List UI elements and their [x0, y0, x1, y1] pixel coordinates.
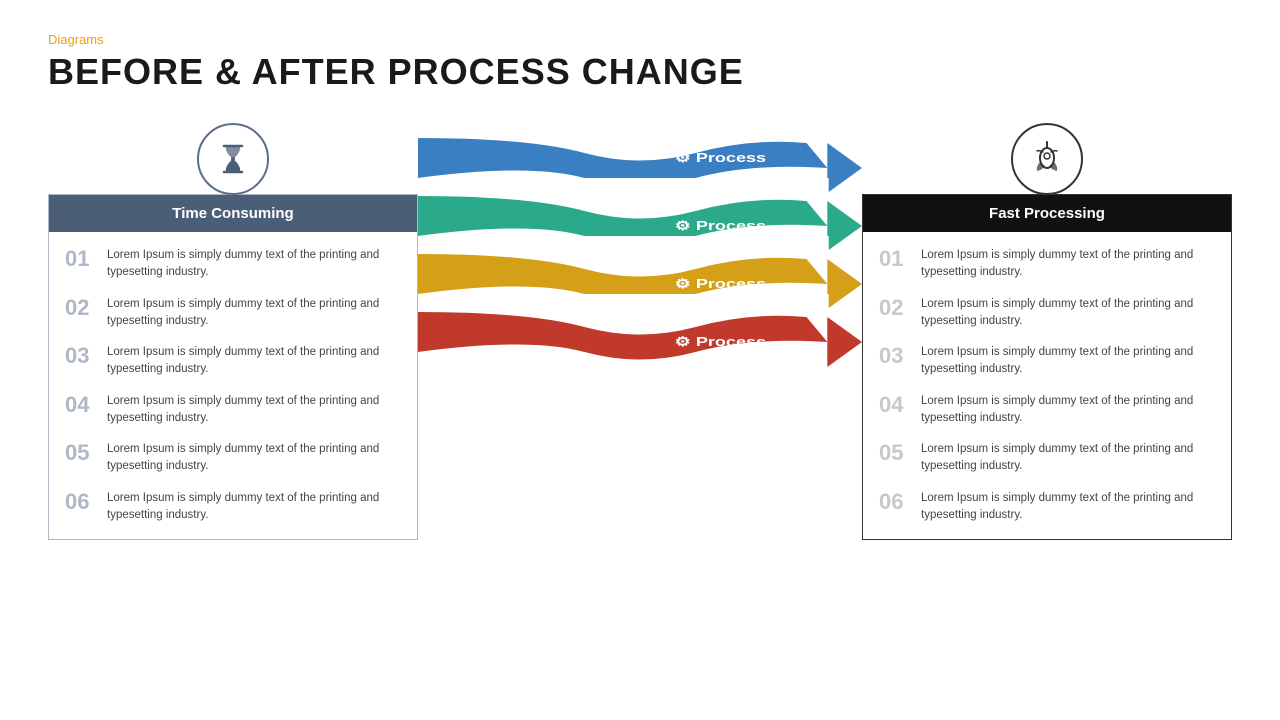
list-item: 04 Lorem Ipsum is simply dummy text of t…: [875, 386, 1219, 435]
item-text: Lorem Ipsum is simply dummy text of the …: [107, 344, 401, 379]
svg-text:⚙ Process: ⚙ Process: [675, 335, 767, 349]
arrows-container: ⚙ Process ⚙ Process ⚙ Process ⚙ Process: [418, 123, 862, 553]
right-list: 01 Lorem Ipsum is simply dummy text of t…: [863, 232, 1231, 539]
right-box: Fast Processing 01 Lorem Ipsum is simply…: [862, 194, 1232, 540]
left-panel: Time Consuming 01 Lorem Ipsum is simply …: [48, 123, 418, 540]
hourglass-icon-container: [48, 123, 418, 195]
list-item: 04 Lorem Ipsum is simply dummy text of t…: [61, 386, 405, 435]
item-text: Lorem Ipsum is simply dummy text of the …: [107, 247, 401, 282]
item-text: Lorem Ipsum is simply dummy text of the …: [107, 441, 401, 476]
hourglass-icon: [197, 123, 269, 195]
item-number: 05: [879, 441, 911, 465]
item-number: 02: [879, 296, 911, 320]
list-item: 03 Lorem Ipsum is simply dummy text of t…: [61, 337, 405, 386]
item-text: Lorem Ipsum is simply dummy text of the …: [921, 344, 1215, 379]
item-number: 02: [65, 296, 97, 320]
right-header: Fast Processing: [863, 195, 1231, 232]
slide: Diagrams BEFORE & AFTER PROCESS CHANGE T…: [0, 0, 1280, 720]
item-number: 04: [879, 393, 911, 417]
left-header: Time Consuming: [49, 195, 417, 232]
right-panel: Fast Processing 01 Lorem Ipsum is simply…: [862, 123, 1232, 540]
list-item: 05 Lorem Ipsum is simply dummy text of t…: [61, 434, 405, 483]
item-text: Lorem Ipsum is simply dummy text of the …: [921, 441, 1215, 476]
item-number: 06: [65, 490, 97, 514]
tag-label: Diagrams: [48, 32, 1232, 47]
item-number: 03: [879, 344, 911, 368]
item-text: Lorem Ipsum is simply dummy text of the …: [107, 393, 401, 428]
item-number: 06: [879, 490, 911, 514]
rocket-icon-container: [862, 123, 1232, 195]
svg-text:⚙ Process: ⚙ Process: [675, 151, 767, 165]
list-item: 05 Lorem Ipsum is simply dummy text of t…: [875, 434, 1219, 483]
item-number: 03: [65, 344, 97, 368]
item-number: 05: [65, 441, 97, 465]
svg-text:⚙ Process: ⚙ Process: [675, 219, 767, 233]
list-item: 01 Lorem Ipsum is simply dummy text of t…: [61, 240, 405, 289]
item-text: Lorem Ipsum is simply dummy text of the …: [921, 490, 1215, 525]
item-number: 04: [65, 393, 97, 417]
item-text: Lorem Ipsum is simply dummy text of the …: [921, 393, 1215, 428]
list-item: 01 Lorem Ipsum is simply dummy text of t…: [875, 240, 1219, 289]
left-list: 01 Lorem Ipsum is simply dummy text of t…: [49, 232, 417, 539]
rocket-icon: [1011, 123, 1083, 195]
list-item: 06 Lorem Ipsum is simply dummy text of t…: [875, 483, 1219, 532]
list-item: 02 Lorem Ipsum is simply dummy text of t…: [875, 289, 1219, 338]
item-text: Lorem Ipsum is simply dummy text of the …: [107, 490, 401, 525]
list-item: 03 Lorem Ipsum is simply dummy text of t…: [875, 337, 1219, 386]
item-text: Lorem Ipsum is simply dummy text of the …: [107, 296, 401, 331]
list-item: 02 Lorem Ipsum is simply dummy text of t…: [61, 289, 405, 338]
svg-text:⚙ Process: ⚙ Process: [675, 277, 767, 291]
main-title: BEFORE & AFTER PROCESS CHANGE: [48, 51, 1232, 93]
item-text: Lorem Ipsum is simply dummy text of the …: [921, 296, 1215, 331]
item-text: Lorem Ipsum is simply dummy text of the …: [921, 247, 1215, 282]
list-item: 06 Lorem Ipsum is simply dummy text of t…: [61, 483, 405, 532]
item-number: 01: [65, 247, 97, 271]
item-number: 01: [879, 247, 911, 271]
left-box: Time Consuming 01 Lorem Ipsum is simply …: [48, 194, 418, 540]
